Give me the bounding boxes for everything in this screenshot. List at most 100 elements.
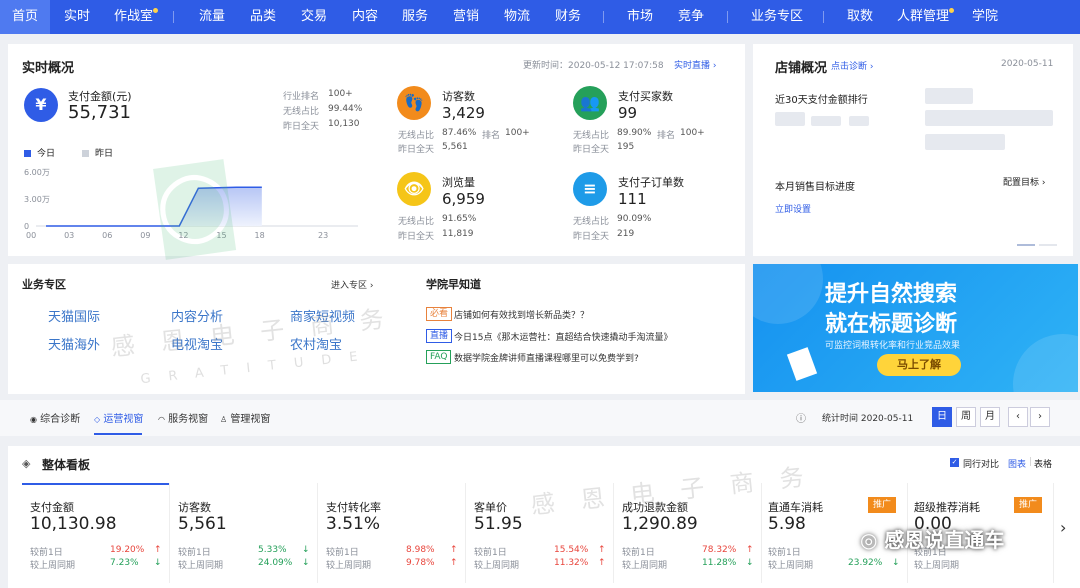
biz-link-content-analysis[interactable]: 内容分析 [171,306,223,325]
legend-today[interactable]: 今日 [24,146,55,159]
nav-service[interactable]: 服务 [402,0,428,34]
nav-content[interactable]: 内容 [352,0,378,34]
metric-value: 1,290.89 [622,514,698,534]
tab-comprehensive[interactable]: ◉ 综合诊断 [30,410,80,425]
biz-link-tmall-global[interactable]: 天猫国际 [48,306,100,325]
nav-market[interactable]: 市场 [627,0,653,34]
blurred-rank-value [849,116,869,126]
buyers-rank-value: 100+ [680,128,705,138]
nav-academy[interactable]: 学院 [972,0,998,34]
learn-more-button[interactable]: 马上了解 [877,354,961,376]
order-doc-icon: ≡ [573,172,607,206]
promo-banner[interactable]: 提升自然搜索 就在标题诊断 可监控词根转化率和行业竞品效果 马上了解 [753,264,1078,392]
industry-rank-value: 100+ [328,89,353,99]
metric-card[interactable]: 客单价 51.95 较前1日 较上周同期 15.54% 11.32% ↑ ↑ [466,483,614,583]
layers-icon: ◈ [22,457,31,470]
config-target-link[interactable]: 配置目标 › [1003,175,1046,188]
blurred-rank-value [925,134,1005,150]
carousel-dot[interactable] [1039,244,1057,246]
promo-badge[interactable]: 推广 [1014,497,1042,513]
blurred-rank-value [925,88,973,104]
nav-business-zone[interactable]: 业务专区 [751,0,803,34]
tab-management[interactable]: ♙ 管理视窗 [220,410,270,425]
metric-label: 支付金额 [30,501,74,514]
set-now-link[interactable]: 立即设置 [775,202,811,215]
wireless-ratio-label: 无线占比 [283,107,320,117]
nav-marketing[interactable]: 营销 [453,0,479,34]
metric-label: 访客数 [178,501,211,514]
period-month-button[interactable]: 月 [980,407,1000,427]
chart-view-link[interactable]: 图表 [1008,457,1026,470]
blurred-rank-value [775,112,805,126]
nav-crowd-mgmt[interactable]: 人群管理 [897,0,949,34]
visitors-yesterday-label: 昨日全天 [398,145,435,155]
x-tick-label: 09 [140,231,150,240]
biz-link-tv-taobao[interactable]: 电视淘宝 [171,334,223,353]
arrow-up-icon: ↑ [450,545,458,555]
metric-compare-week-label: 较上周同期 [622,561,668,571]
legend-yesterday[interactable]: 昨日 [82,146,113,159]
prev-date-button[interactable]: ‹ [1008,407,1028,427]
metric-value: 5,561 [178,514,227,534]
buyers-wireless-value: 89.90% [617,128,652,138]
metric-card[interactable]: 支付金额 10,130.98 较前1日 较上周同期 19.20% 7.23% ↑ ↓ [22,483,170,583]
diagnose-link[interactable]: 点击诊断 › [831,59,874,72]
metric-compare-week-label: 较上周同期 [178,561,224,571]
enter-zone-link[interactable]: 进入专区 › [331,278,374,291]
metric-card[interactable]: 直通车消耗 5.98 较前1日 较上周同期 23.92% ↓ 推广 [760,483,908,583]
carousel-dot[interactable] [1017,244,1035,246]
period-day-button[interactable]: 日 [932,407,952,427]
arrow-up-icon: ↑ [746,545,754,555]
arrow-down-icon: ↓ [154,558,162,568]
metric-card[interactable]: 成功退款金额 1,290.89 较前1日 较上周同期 78.32% 11.28% ↑ ↓ [614,483,762,583]
metric-compare-week-label: 较上周同期 [326,561,372,571]
visitors-value: 3,429 [442,104,485,122]
live-link[interactable]: 实时直播 › [674,58,717,71]
nav-category[interactable]: 品类 [250,0,276,34]
nav-data-fetch[interactable]: 取数 [847,0,873,34]
legend-today-label: 今日 [37,149,56,159]
orders-wireless-label: 无线占比 [573,217,610,227]
nav-realtime[interactable]: 实时 [64,0,90,34]
biz-link-tmall-overseas[interactable]: 天猫海外 [48,334,100,353]
checkbox-icon[interactable]: ✓ [950,458,959,467]
metric-compare-week-label: 较上周同期 [914,561,960,571]
arrow-down-icon: ↓ [892,558,900,568]
faq-tag: FAQ [426,350,452,364]
arrow-up-icon: ↑ [450,558,458,568]
nav-trade[interactable]: 交易 [301,0,327,34]
next-date-button[interactable]: › [1030,407,1050,427]
metric-card[interactable]: 支付转化率 3.51% 较前1日 较上周同期 8.98% 9.78% ↑ ↑ [318,483,466,583]
table-view-link[interactable]: 表格 [1034,457,1052,470]
next-metrics-arrow[interactable]: › [1060,518,1066,537]
nav-divider [823,11,824,23]
nav-traffic[interactable]: 流量 [199,0,225,34]
nav-divider [173,11,174,23]
period-week-button[interactable]: 周 [956,407,976,427]
academy-item-text: 今日15点《那木运营社：直超结合快速撬动手淘流量》 [454,333,673,343]
nav-home[interactable]: 首页 [0,0,51,34]
metric-card[interactable]: 访客数 5,561 较前1日 较上周同期 5.33% 24.09% ↓ ↓ [170,483,318,583]
metric-compare-day-label: 较前1日 [474,548,507,558]
realtime-card: 实时概况 更新时间：2020-05-12 17:07:58 实时直播 › ¥ 支… [8,44,745,256]
biz-link-rural-taobao[interactable]: 农村淘宝 [290,334,342,353]
x-tick-label: 06 [102,231,112,240]
legend-yesterday-swatch [82,150,89,157]
nav-logistics[interactable]: 物流 [504,0,530,34]
nav-war-room[interactable]: 作战室 [114,0,153,34]
metric-compare-day-label: 较前1日 [914,548,947,558]
nav-finance[interactable]: 财务 [555,0,581,34]
blurred-rank-value [811,116,841,126]
store-title: 店铺概况 [775,61,828,76]
biz-link-short-video[interactable]: 商家短视频 [290,306,355,325]
metric-card[interactable]: 超级推荐消耗 0.00 较前1日 较上周同期 推广 [906,483,1054,583]
tab-operation[interactable]: ◇ 运营视窗 [94,410,143,425]
x-tick-label: 23 [318,231,328,240]
metric-compare-day-label: 较前1日 [622,548,655,558]
tab-service[interactable]: ◠ 服务视窗 [158,410,208,425]
tab-operation-label: 运营视窗 [103,414,144,425]
promo-badge[interactable]: 推广 [868,497,896,513]
nav-competition[interactable]: 竞争 [678,0,704,34]
tab-management-label: 管理视窗 [230,414,271,425]
info-icon[interactable]: ⓘ [796,410,806,425]
